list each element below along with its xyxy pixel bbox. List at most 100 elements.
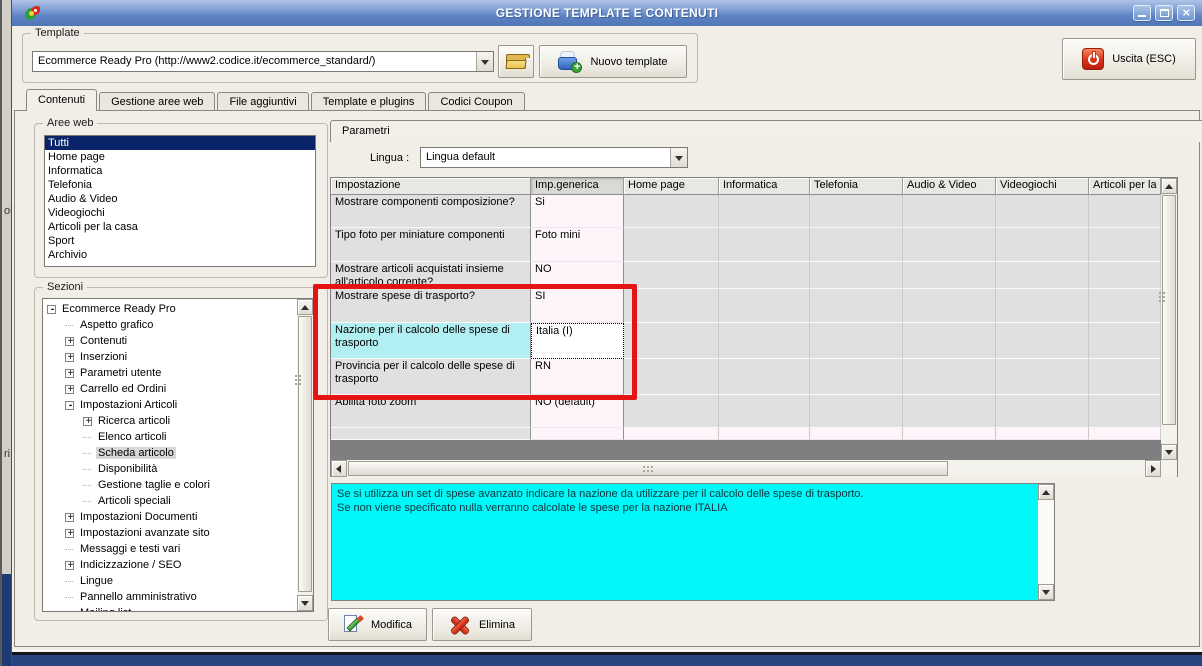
setting-value-cell[interactable]: Foto mini	[531, 228, 624, 262]
tree-item[interactable]: Inserzioni	[43, 349, 295, 365]
setting-name-cell[interactable]: Mostrare componenti composizione?	[331, 195, 531, 228]
grid-cell[interactable]	[1089, 359, 1161, 395]
elimina-button[interactable]: Elimina	[432, 608, 532, 641]
grid-vscrollbar-thumb[interactable]	[1162, 195, 1176, 425]
expand-icon[interactable]	[65, 351, 75, 364]
list-item[interactable]: Tutti	[45, 136, 315, 150]
grid-cell[interactable]	[719, 289, 810, 323]
grid-cell[interactable]	[1089, 289, 1161, 323]
new-template-button[interactable]: Nuovo template	[539, 45, 687, 78]
tree-scrollbar-thumb[interactable]	[298, 316, 312, 592]
grid-cell[interactable]	[996, 428, 1089, 440]
list-item[interactable]: Informatica	[45, 164, 315, 178]
list-item[interactable]: Audio & Video	[45, 192, 315, 206]
grid-cell[interactable]	[624, 195, 719, 228]
grid-cell[interactable]	[810, 395, 903, 428]
grid-cell[interactable]	[719, 228, 810, 262]
template-combobox[interactable]: Ecommerce Ready Pro (http://www2.codice.…	[32, 51, 494, 72]
grid-cell[interactable]	[1089, 195, 1161, 228]
tab-contenuti[interactable]: Contenuti	[26, 89, 98, 111]
grid-cell[interactable]	[903, 395, 996, 428]
setting-name-cell[interactable]: Tipo foto per miniature componenti	[331, 228, 531, 262]
tree-item[interactable]: Ecommerce Ready Pro	[43, 301, 295, 317]
grid-cell[interactable]	[903, 428, 996, 440]
grid-hscrollbar-thumb[interactable]	[348, 461, 948, 476]
grid-cell[interactable]	[624, 228, 719, 262]
tab-parametri[interactable]: Parametri	[330, 120, 1202, 142]
tree-item[interactable]: Impostazioni Documenti	[43, 509, 295, 525]
list-item[interactable]: Home page	[45, 150, 315, 164]
modifica-button[interactable]: Modifica	[328, 608, 427, 641]
grid-cell[interactable]	[624, 323, 719, 359]
grid-cell[interactable]	[719, 395, 810, 428]
expand-icon[interactable]	[65, 335, 75, 348]
grid-cell[interactable]	[996, 195, 1089, 228]
column-header[interactable]: Videogiochi	[996, 178, 1089, 195]
column-header[interactable]: Audio & Video	[903, 178, 996, 195]
grid-cell[interactable]	[719, 428, 810, 440]
chevron-down-icon[interactable]	[476, 52, 493, 71]
lingua-combobox[interactable]: Lingua default	[420, 147, 688, 168]
collapse-icon[interactable]	[47, 303, 57, 316]
open-folder-button[interactable]	[498, 45, 534, 78]
scroll-down-icon[interactable]	[1038, 584, 1054, 600]
grid-cell[interactable]	[1089, 262, 1161, 289]
grid-cell[interactable]	[903, 262, 996, 289]
scroll-up-icon[interactable]	[1161, 178, 1177, 194]
grid-cell[interactable]	[996, 289, 1089, 323]
grid-cell[interactable]	[624, 359, 719, 395]
grid-cell[interactable]	[903, 228, 996, 262]
tree-item[interactable]: Indicizzazione / SEO	[43, 557, 295, 573]
scroll-down-icon[interactable]	[297, 595, 313, 611]
grid-cell[interactable]	[903, 195, 996, 228]
tree-item-selected[interactable]: Scheda articolo	[43, 445, 295, 461]
tree-item[interactable]: Elenco articoli	[43, 429, 295, 445]
tree-item[interactable]: Disponibilità	[43, 461, 295, 477]
grid-cell[interactable]	[719, 195, 810, 228]
grid-cell[interactable]	[624, 428, 719, 440]
grid-cell[interactable]	[719, 262, 810, 289]
tree-item[interactable]: Aspetto grafico	[43, 317, 295, 333]
tree-item[interactable]: Contenuti	[43, 333, 295, 349]
list-item[interactable]: Sport	[45, 234, 315, 248]
setting-value-cell[interactable]	[531, 428, 624, 440]
grid-cell[interactable]	[996, 359, 1089, 395]
grid-cell[interactable]	[810, 228, 903, 262]
grid-cell[interactable]	[810, 289, 903, 323]
maximize-icon[interactable]	[1155, 5, 1173, 21]
tree-item[interactable]: Carrello ed Ordini	[43, 381, 295, 397]
expand-icon[interactable]	[65, 367, 75, 380]
grid-cell[interactable]	[996, 323, 1089, 359]
tree-item[interactable]: Gestione taglie e colori	[43, 477, 295, 493]
list-item[interactable]: Articoli per la casa	[45, 220, 315, 234]
column-header[interactable]: Telefonia	[810, 178, 903, 195]
grid-cell[interactable]	[624, 262, 719, 289]
tree-item[interactable]: Articoli speciali	[43, 493, 295, 509]
grid-cell[interactable]	[903, 289, 996, 323]
grid-cell[interactable]	[1089, 395, 1161, 428]
grid-cell[interactable]	[810, 428, 903, 440]
column-header[interactable]: Imp.generica	[531, 178, 624, 195]
grid-cell[interactable]	[903, 359, 996, 395]
tree-item[interactable]: Messaggi e testi vari	[43, 541, 295, 557]
setting-value-cell[interactable]: Si	[531, 195, 624, 228]
tree-item[interactable]: Pannello amministrativo	[43, 589, 295, 605]
grid-cell[interactable]	[719, 359, 810, 395]
scroll-right-icon[interactable]	[1145, 460, 1161, 477]
tab-codici-coupon[interactable]: Codici Coupon	[428, 92, 525, 111]
tab-template-e-plugins[interactable]: Template e plugins	[310, 92, 427, 111]
exit-button[interactable]: Uscita (ESC)	[1062, 38, 1196, 80]
setting-name-cell[interactable]	[331, 428, 531, 440]
minimize-icon[interactable]	[1133, 5, 1151, 21]
grid-cell[interactable]	[1089, 323, 1161, 359]
grid-cell[interactable]	[996, 228, 1089, 262]
grid-cell[interactable]	[624, 395, 719, 428]
expand-icon[interactable]	[65, 511, 75, 524]
column-header[interactable]: Impostazione	[331, 178, 531, 195]
column-header[interactable]: Home page	[624, 178, 719, 195]
tree-item[interactable]: Parametri utente	[43, 365, 295, 381]
grid-cell[interactable]	[810, 323, 903, 359]
tree-item[interactable]: Mailing list	[43, 605, 295, 611]
grid-cell[interactable]	[903, 323, 996, 359]
expand-icon[interactable]	[65, 559, 75, 572]
